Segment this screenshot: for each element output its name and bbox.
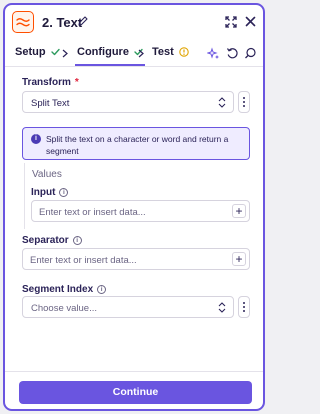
insert-data-button[interactable]: +: [232, 204, 246, 218]
tab-configure[interactable]: Configure: [75, 46, 145, 66]
tab-test[interactable]: Test: [152, 46, 189, 58]
segment-index-select[interactable]: Choose value...: [22, 296, 234, 318]
refresh-icon[interactable]: [226, 47, 239, 60]
transform-info-box: i Split the text on a character or word …: [22, 127, 250, 160]
transform-label: Transform *: [22, 77, 79, 88]
transform-select[interactable]: Split Text: [22, 91, 234, 113]
transform-info-text: Split the text on a character or word an…: [46, 134, 229, 156]
chevron-up-down-icon: [218, 97, 226, 108]
tab-setup-label: Setup: [15, 46, 46, 58]
segment-index-placeholder: Choose value...: [31, 303, 98, 314]
insert-data-button[interactable]: +: [232, 252, 246, 266]
info-icon: i: [31, 134, 41, 144]
chevron-up-down-icon: [218, 302, 226, 313]
transform-select-value: Split Text: [31, 98, 70, 109]
search-icon[interactable]: [244, 47, 257, 60]
separator-field[interactable]: Enter text or insert data... +: [22, 248, 250, 270]
tab-setup[interactable]: Setup: [15, 46, 60, 58]
values-group-rule: [24, 163, 25, 229]
warning-icon: [179, 47, 189, 57]
transform-more-button[interactable]: [238, 91, 250, 113]
separator-field-placeholder: Enter text or insert data...: [30, 255, 137, 266]
segment-index-more-button[interactable]: [238, 296, 250, 318]
step-editor-panel: 2. Text Setup Configure Test Transform *…: [3, 3, 265, 411]
required-mark: *: [74, 77, 79, 88]
info-icon[interactable]: i: [72, 236, 82, 245]
continue-button[interactable]: Continue: [19, 381, 252, 404]
ai-sparkle-icon[interactable]: [207, 47, 220, 60]
separator-label: Separator i: [22, 235, 82, 246]
info-icon[interactable]: i: [59, 188, 69, 197]
panel-header: 2. Text: [5, 5, 263, 41]
chevron-right-icon: [138, 49, 144, 58]
values-group-title: Values: [32, 169, 62, 180]
pencil-icon[interactable]: [77, 15, 89, 27]
panel-footer: Continue: [5, 371, 263, 409]
tab-test-label: Test: [152, 46, 174, 58]
input-label: Input i: [31, 187, 69, 198]
close-icon[interactable]: [245, 16, 256, 27]
check-icon: [50, 48, 60, 56]
input-field-placeholder: Enter text or insert data...: [39, 207, 146, 218]
text-formatter-app-icon: [12, 11, 34, 33]
chevron-right-icon: [62, 49, 68, 58]
info-icon[interactable]: i: [97, 285, 107, 294]
tab-configure-label: Configure: [77, 46, 129, 58]
expand-icon[interactable]: [225, 16, 237, 28]
step-tabs: Setup Configure Test: [5, 41, 263, 67]
segment-index-label: Segment Index i: [22, 284, 107, 295]
input-field[interactable]: Enter text or insert data... +: [31, 200, 250, 222]
